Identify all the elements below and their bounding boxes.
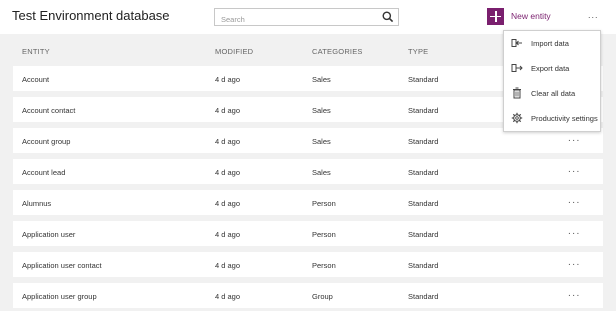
new-entity-button[interactable]: New entity	[487, 7, 551, 25]
category-cell: Person	[312, 199, 336, 208]
column-header-categories[interactable]: CATEGORIES	[312, 47, 363, 56]
table-row[interactable]: Application user contact 4 d ago Person …	[13, 252, 603, 277]
modified-cell: 4 d ago	[215, 106, 241, 115]
modified-cell: 4 d ago	[215, 168, 241, 177]
modified-cell: 4 d ago	[215, 292, 241, 301]
menu-item-export-data[interactable]: Export data	[504, 56, 600, 81]
category-cell: Sales	[312, 75, 331, 84]
table-row[interactable]: Application user group 4 d ago Group Sta…	[13, 283, 603, 308]
row-more-button[interactable]: ...	[568, 288, 581, 299]
category-cell: Person	[312, 261, 336, 270]
type-cell: Standard	[408, 106, 439, 115]
entity-name: Application user contact	[22, 261, 102, 270]
gear-icon	[511, 112, 523, 124]
modified-cell: 4 d ago	[215, 230, 241, 239]
menu-item-label: Productivity settings	[531, 114, 598, 123]
entity-name: Alumnus	[22, 199, 52, 208]
category-cell: Person	[312, 230, 336, 239]
search-icon[interactable]	[381, 10, 395, 24]
table-row[interactable]: Alumnus 4 d ago Person Standard ...	[13, 190, 603, 215]
modified-cell: 4 d ago	[215, 75, 241, 84]
entity-name: Account	[22, 75, 50, 84]
menu-item-productivity-settings[interactable]: Productivity settings	[504, 106, 600, 131]
search-box[interactable]	[214, 8, 399, 28]
row-more-button[interactable]: ...	[568, 133, 581, 144]
column-header-type[interactable]: TYPE	[408, 47, 428, 56]
entity-name: Account contact	[22, 106, 76, 115]
type-cell: Standard	[408, 199, 439, 208]
modified-cell: 4 d ago	[215, 137, 241, 146]
type-cell: Standard	[408, 230, 439, 239]
category-cell: Group	[312, 292, 333, 301]
menu-item-label: Import data	[531, 39, 569, 48]
import-icon	[511, 39, 522, 47]
menu-item-clear-all-data[interactable]: Clear all data	[504, 81, 600, 106]
type-cell: Standard	[408, 137, 439, 146]
row-more-button[interactable]: ...	[568, 195, 581, 206]
export-icon	[511, 64, 523, 72]
top-bar: Test Environment database New entity ...	[0, 0, 616, 34]
trash-icon	[513, 87, 521, 99]
page-title: Test Environment database	[12, 8, 170, 23]
row-more-button[interactable]: ...	[568, 226, 581, 237]
row-more-button[interactable]: ...	[568, 257, 581, 268]
modified-cell: 4 d ago	[215, 261, 241, 270]
entity-name: Account lead	[22, 168, 66, 177]
column-header-modified[interactable]: MODIFIED	[215, 47, 253, 56]
category-cell: Sales	[312, 106, 331, 115]
entity-name: Application user	[22, 230, 76, 239]
modified-cell: 4 d ago	[215, 199, 241, 208]
category-cell: Sales	[312, 137, 331, 146]
more-options-menu: Import data Export data Clear all data P…	[503, 30, 601, 132]
menu-item-import-data[interactable]: Import data	[504, 31, 600, 56]
type-cell: Standard	[408, 261, 439, 270]
more-options-button[interactable]: ...	[588, 10, 599, 20]
menu-item-label: Export data	[531, 64, 570, 73]
menu-item-label: Clear all data	[531, 89, 576, 98]
column-header-entity[interactable]: ENTITY	[22, 47, 50, 56]
plus-icon	[487, 7, 504, 25]
table-row[interactable]: Application user 4 d ago Person Standard…	[13, 221, 603, 246]
type-cell: Standard	[408, 75, 439, 84]
category-cell: Sales	[312, 168, 331, 177]
table-row[interactable]: Account lead 4 d ago Sales Standard ...	[13, 159, 603, 184]
entity-name: Application user group	[22, 292, 97, 301]
row-more-button[interactable]: ...	[568, 164, 581, 175]
type-cell: Standard	[408, 168, 439, 177]
entity-name: Account group	[22, 137, 71, 146]
new-entity-label: New entity	[511, 11, 551, 21]
search-input[interactable]	[215, 11, 375, 28]
type-cell: Standard	[408, 292, 439, 301]
